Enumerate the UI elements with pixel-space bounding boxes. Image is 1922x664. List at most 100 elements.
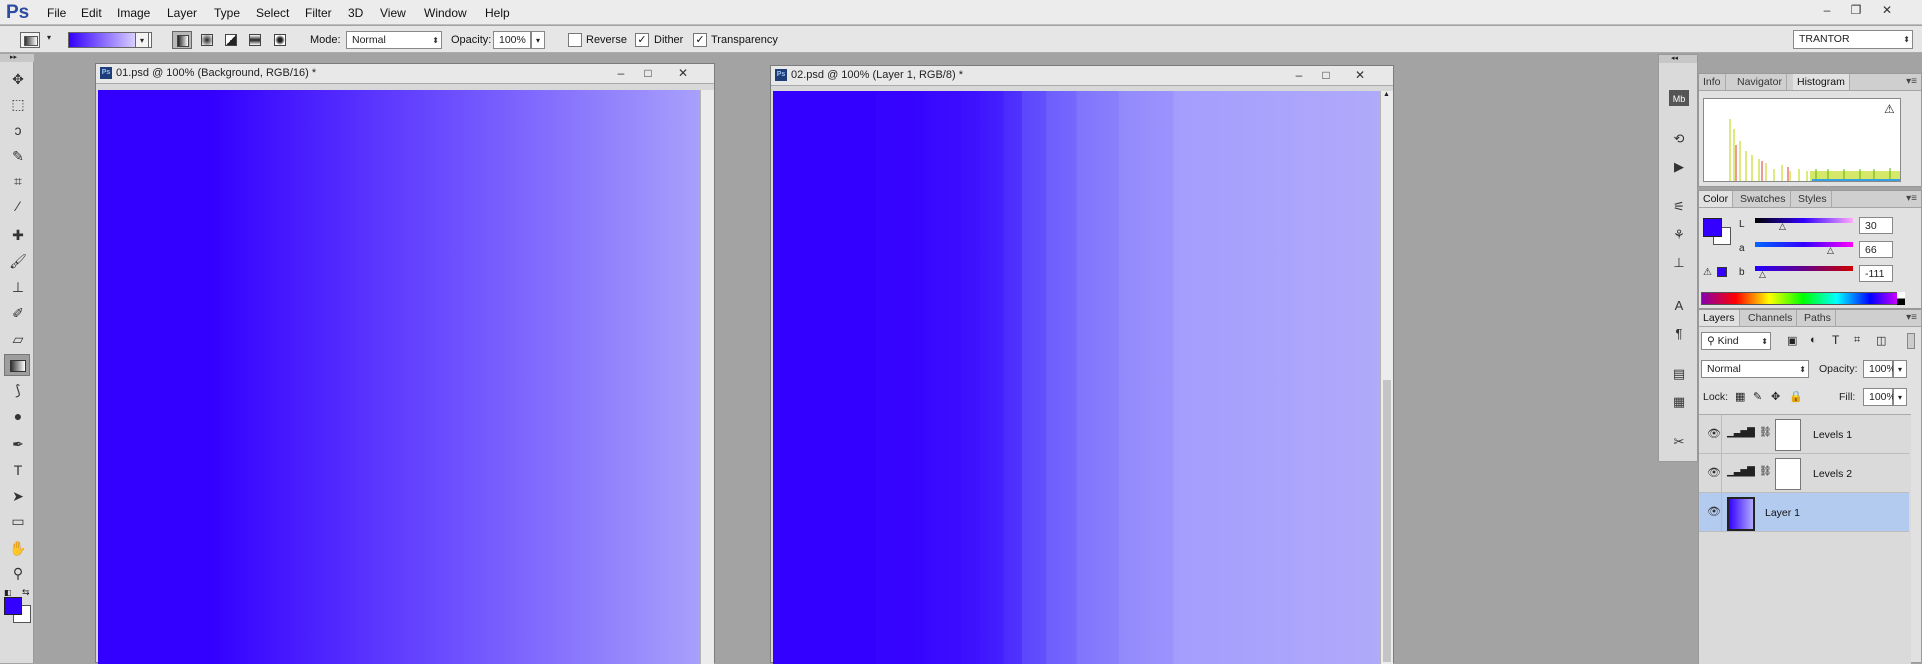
eraser-tool-icon[interactable]: ▱ [6,329,30,349]
menu-view[interactable]: View [380,6,406,20]
actions-play-icon[interactable]: ▶ [1669,158,1689,176]
radial-gradient-button[interactable] [197,31,217,49]
l-value-input[interactable]: 30 [1859,217,1893,234]
pen-tool-icon[interactable]: ✒ [6,434,30,454]
menu-3d[interactable]: 3D [348,6,363,20]
opacity-input[interactable]: 100% [493,31,531,49]
notes-icon[interactable]: ▦ [1669,393,1689,411]
document-restore-button[interactable]: □ [1315,67,1337,83]
fill-dropdown[interactable]: ▾ [1893,388,1907,406]
quick-selection-tool-icon[interactable]: ✎ [6,146,30,166]
document-minimize-button[interactable]: – [610,65,632,81]
mode-select[interactable]: Normal ⬍ [346,31,442,49]
foreground-color-swatch[interactable] [1703,218,1722,237]
type-tool-icon[interactable]: T [6,460,30,480]
menu-edit[interactable]: Edit [81,6,102,20]
filter-type-icon[interactable]: T [1832,333,1839,347]
a-slider-track[interactable] [1755,242,1853,247]
mask-link-icon[interactable]: ⛓ [1759,427,1772,438]
layer-row-layer-1[interactable]: 👁 Layer 1 [1699,493,1909,532]
document-canvas[interactable] [98,90,700,664]
layer-row-levels-1[interactable]: 👁 ▁▃▅▇ ⛓ Levels 1 [1699,415,1909,454]
eyedropper-tool-icon[interactable]: ⁄ [6,196,30,216]
history-brush-tool-icon[interactable]: ✐ [6,303,30,323]
layer-name[interactable]: Levels 2 [1813,468,1852,480]
filter-toggle[interactable] [1907,333,1915,349]
layer-opacity-dropdown[interactable]: ▾ [1893,360,1907,378]
blend-mode-select[interactable]: Normal ⬍ [1701,360,1809,378]
scroll-up-arrow-icon[interactable]: ▲ [1383,91,1390,98]
layer-mask-thumbnail[interactable] [1775,419,1801,451]
a-value-input[interactable]: 66 [1859,241,1893,258]
a-slider-thumb[interactable]: △ [1827,245,1834,256]
visibility-eye-icon[interactable]: 👁 [1707,427,1721,440]
brush-presets-icon[interactable]: ⚘ [1669,226,1689,244]
b-value-input[interactable]: -111 [1859,265,1893,282]
move-tool-icon[interactable]: ✥ [6,69,30,89]
document-close-button[interactable]: ✕ [1349,67,1371,83]
diamond-gradient-button[interactable] [270,31,290,49]
l-slider-track[interactable] [1755,218,1853,223]
menu-help[interactable]: Help [485,6,510,20]
layer-name[interactable]: Layer 1 [1765,507,1800,519]
warning-icon[interactable]: ⚠ [1884,102,1895,116]
filter-smart-object-icon[interactable]: ◫ [1876,334,1886,347]
vertical-scrollbar[interactable] [700,90,714,664]
lock-position-icon[interactable]: ✥ [1771,390,1780,403]
menu-filter[interactable]: Filter [305,6,332,20]
panel-menu-icon[interactable]: ▾≡ [1906,312,1917,323]
tab-styles[interactable]: Styles [1794,191,1832,207]
gamut-color-swatch[interactable] [1717,267,1727,277]
layer-name[interactable]: Levels 1 [1813,429,1852,441]
crop-tool-icon[interactable]: ⌗ [6,171,30,191]
tab-info[interactable]: Info [1699,74,1726,90]
tab-swatches[interactable]: Swatches [1736,191,1791,207]
filter-adjustment-icon[interactable]: ◐ [1810,334,1817,346]
reflected-gradient-button[interactable] [245,31,265,49]
tab-channels[interactable]: Channels [1744,310,1798,326]
document-close-button[interactable]: ✕ [672,65,694,81]
mini-bridge-icon[interactable]: Mb [1669,90,1689,106]
swap-colors-icon[interactable]: ⇆ [22,587,30,598]
dither-checkbox[interactable]: ✓ [635,33,649,47]
filter-pixel-icon[interactable]: ▣ [1787,334,1797,347]
clone-source-icon[interactable]: ⊥ [1669,254,1689,272]
clone-stamp-tool-icon[interactable]: ⊥ [6,277,30,297]
collapse-chevrons-icon[interactable]: ▸▸ [0,54,34,62]
visibility-eye-icon[interactable]: 👁 [1707,466,1721,479]
visibility-eye-icon[interactable]: 👁 [1707,505,1721,518]
tab-color[interactable]: Color [1699,191,1734,207]
gamut-warning-icon[interactable]: ⚠ [1703,267,1712,278]
tool-presets-icon[interactable]: ✂ [1669,433,1689,451]
vertical-scrollbar[interactable]: ▲ [1380,91,1393,664]
healing-brush-tool-icon[interactable]: ✚ [6,225,30,245]
layer-comps-icon[interactable]: ▤ [1669,365,1689,383]
menu-type[interactable]: Type [214,6,240,20]
app-minimize-button[interactable]: – [1816,2,1838,18]
black-white-swatch[interactable] [1897,292,1905,305]
paragraph-icon[interactable]: ¶ [1669,325,1689,343]
filter-shape-icon[interactable]: ⌗ [1854,334,1860,347]
foreground-color-swatch[interactable] [4,597,22,615]
angle-gradient-button[interactable] [221,31,241,49]
lock-transparent-icon[interactable]: ▦ [1735,390,1745,403]
linear-gradient-button[interactable] [172,31,192,49]
mask-link-icon[interactable]: ⛓ [1759,466,1772,477]
marquee-tool-icon[interactable]: ⬚ [6,94,30,114]
l-slider-thumb[interactable]: △ [1779,221,1786,232]
b-slider-thumb[interactable]: △ [1759,269,1766,280]
menu-select[interactable]: Select [256,6,289,20]
document-title-bar[interactable]: Ps 02.psd @ 100% (Layer 1, RGB/8) * – □ … [771,66,1393,86]
color-spectrum-bar[interactable] [1701,292,1905,305]
reverse-checkbox[interactable] [568,33,582,47]
lock-all-icon[interactable]: 🔒 [1789,390,1803,403]
tool-preset-picker[interactable] [20,32,40,48]
default-colors-icon[interactable]: ◧ [4,588,12,597]
layer-opacity-input[interactable]: 100% [1863,360,1896,378]
tab-paths[interactable]: Paths [1800,310,1836,326]
menu-layer[interactable]: Layer [167,6,197,20]
history-icon[interactable]: ⟲ [1669,130,1689,148]
workspace-switcher[interactable]: TRANTOR ⬍ [1793,30,1913,49]
lasso-tool-icon[interactable]: ↄ [6,120,30,140]
panel-menu-icon[interactable]: ▾≡ [1906,76,1917,87]
